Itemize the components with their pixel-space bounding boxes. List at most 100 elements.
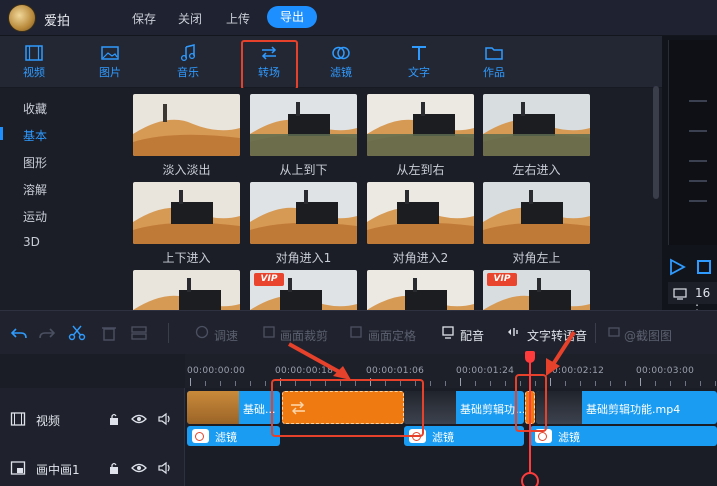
clip-thumbnail: [187, 391, 239, 424]
transition-label: 从左到右: [396, 163, 445, 177]
sidebar-item-basic[interactable]: 基本: [23, 127, 47, 144]
sidebar-item-dissolve[interactable]: 溶解: [23, 181, 47, 198]
sidebar-item-motion[interactable]: 运动: [23, 208, 47, 225]
transition-thumbnail[interactable]: [483, 182, 590, 244]
transition-thumbnail[interactable]: [367, 182, 474, 244]
split-icon[interactable]: [130, 325, 148, 341]
screenshot-button[interactable]: @截图图: [624, 327, 672, 344]
tab-label: 视频: [23, 66, 45, 79]
text-t-icon: [412, 46, 426, 60]
redo-icon[interactable]: [38, 325, 56, 341]
transition-label: 对角左上: [512, 251, 561, 265]
ruler-tick: [700, 381, 701, 386]
upload-menu[interactable]: 上传: [226, 10, 250, 27]
clip-title: 基础剪辑功能.mp4: [586, 403, 681, 416]
freeze-frame-icon: [350, 326, 362, 338]
transition-thumbnail[interactable]: [250, 94, 357, 156]
transition-thumbnail[interactable]: [250, 182, 357, 244]
tab-music[interactable]: 音乐: [160, 36, 216, 88]
transition-thumbnail[interactable]: VIP: [250, 270, 357, 310]
play-icon[interactable]: [668, 258, 686, 276]
ruler-tick-label: 00:00:00:00: [187, 366, 246, 376]
ruler-tick: [625, 381, 626, 386]
transition-thumbnail[interactable]: [133, 270, 240, 310]
ruler-tick: [685, 381, 686, 386]
freeze-frame-button[interactable]: 画面定格: [368, 327, 416, 344]
tab-video[interactable]: 视频: [6, 36, 62, 88]
scissors-icon[interactable]: [68, 325, 86, 341]
close-menu[interactable]: 关闭: [178, 10, 202, 27]
filter-bar[interactable]: 滤镜: [530, 426, 717, 446]
transition-thumbnail[interactable]: [133, 182, 240, 244]
playhead-bottom-handle[interactable]: [521, 472, 539, 486]
ruler-tick: [265, 381, 266, 386]
monitor-icon: [673, 288, 687, 300]
app-name: 爱拍: [44, 14, 71, 29]
transition-thumbnail[interactable]: [367, 270, 474, 310]
filter-label: 滤镜: [558, 431, 580, 444]
dub-button[interactable]: 配音: [460, 327, 484, 344]
speed-button[interactable]: 调速: [214, 327, 238, 344]
ruler-tick: [250, 381, 251, 386]
tab-label: 图片: [99, 66, 121, 79]
speed-icon: [195, 325, 209, 339]
transition-thumbnail[interactable]: [483, 94, 590, 156]
undo-icon[interactable]: [10, 325, 28, 341]
image-icon: [101, 46, 119, 60]
export-button[interactable]: 导出: [267, 6, 317, 28]
filter-bar[interactable]: 滤镜: [187, 426, 280, 446]
transition-thumbnail[interactable]: [133, 94, 240, 156]
grid-scrollbar[interactable]: [653, 86, 659, 199]
ruler-tick: [220, 381, 221, 386]
dub-icon: [442, 326, 454, 339]
stop-icon[interactable]: [697, 260, 711, 274]
eye-icon[interactable]: [131, 462, 147, 474]
tab-filter[interactable]: 滤镜: [313, 36, 369, 88]
lock-icon[interactable]: [108, 461, 120, 475]
video-clip[interactable]: 基础...: [187, 391, 280, 424]
tab-label: 作品: [483, 66, 505, 79]
transition-highlight-box: [271, 379, 424, 437]
tab-text[interactable]: 文字: [391, 36, 447, 88]
ruler-tick: [580, 381, 581, 386]
playhead[interactable]: [529, 360, 531, 486]
overlap-circles-icon: [332, 46, 350, 60]
ruler-tick: [490, 381, 491, 386]
transition-grid: 淡入淡出 从上到下 从左到右 左右进入 上下进入 对角进入1 对角进入2 对角左上 VIP VIP: [126, 88, 654, 310]
toolbar-divider: [168, 323, 169, 343]
edit-toolbar: 调速 画面裁剪 画面定格 配音 文字转语音 @截图图: [0, 310, 717, 354]
tab-image[interactable]: 图片: [82, 36, 138, 88]
ruler-tick: [475, 381, 476, 386]
ruler-tick: [550, 378, 551, 386]
transition-label: 左右进入: [512, 163, 561, 177]
track-label-pip: 画中画1: [36, 463, 80, 477]
save-menu[interactable]: 保存: [132, 10, 156, 27]
transition-thumbnail[interactable]: VIP: [483, 270, 590, 310]
delete-icon[interactable]: [100, 325, 118, 341]
vip-badge: VIP: [487, 273, 517, 286]
film-icon: [25, 45, 43, 61]
sidebar-item-favorites[interactable]: 收藏: [23, 100, 47, 117]
screenshot-icon: [608, 327, 620, 337]
transition-thumbnail[interactable]: [367, 94, 474, 156]
sidebar-item-3d[interactable]: 3D: [23, 235, 40, 249]
transition-tab-highlight: [241, 40, 298, 90]
speaker-icon[interactable]: [157, 461, 173, 475]
music-note-icon: [180, 44, 196, 62]
speaker-icon[interactable]: [157, 412, 173, 426]
tab-works[interactable]: 作品: [466, 36, 522, 88]
eye-icon[interactable]: [131, 413, 147, 425]
ruler-tick-label: 00:00:01:06: [366, 366, 425, 376]
sidebar-item-shapes[interactable]: 图形: [23, 154, 47, 171]
transition-label: 对角进入1: [275, 251, 332, 265]
ruler-tick: [715, 381, 716, 386]
transition-label: 对角进入2: [392, 251, 449, 265]
ruler-tick: [205, 381, 206, 386]
ruler-tick-label: 00:00:01:24: [456, 366, 515, 376]
ruler-tick: [505, 381, 506, 386]
playhead-handle[interactable]: [525, 351, 535, 363]
ruler-tick: [640, 378, 641, 386]
tab-label: 音乐: [177, 66, 199, 79]
lock-icon[interactable]: [108, 412, 120, 426]
video-clip[interactable]: 基础剪辑功能.mp4: [536, 391, 717, 424]
